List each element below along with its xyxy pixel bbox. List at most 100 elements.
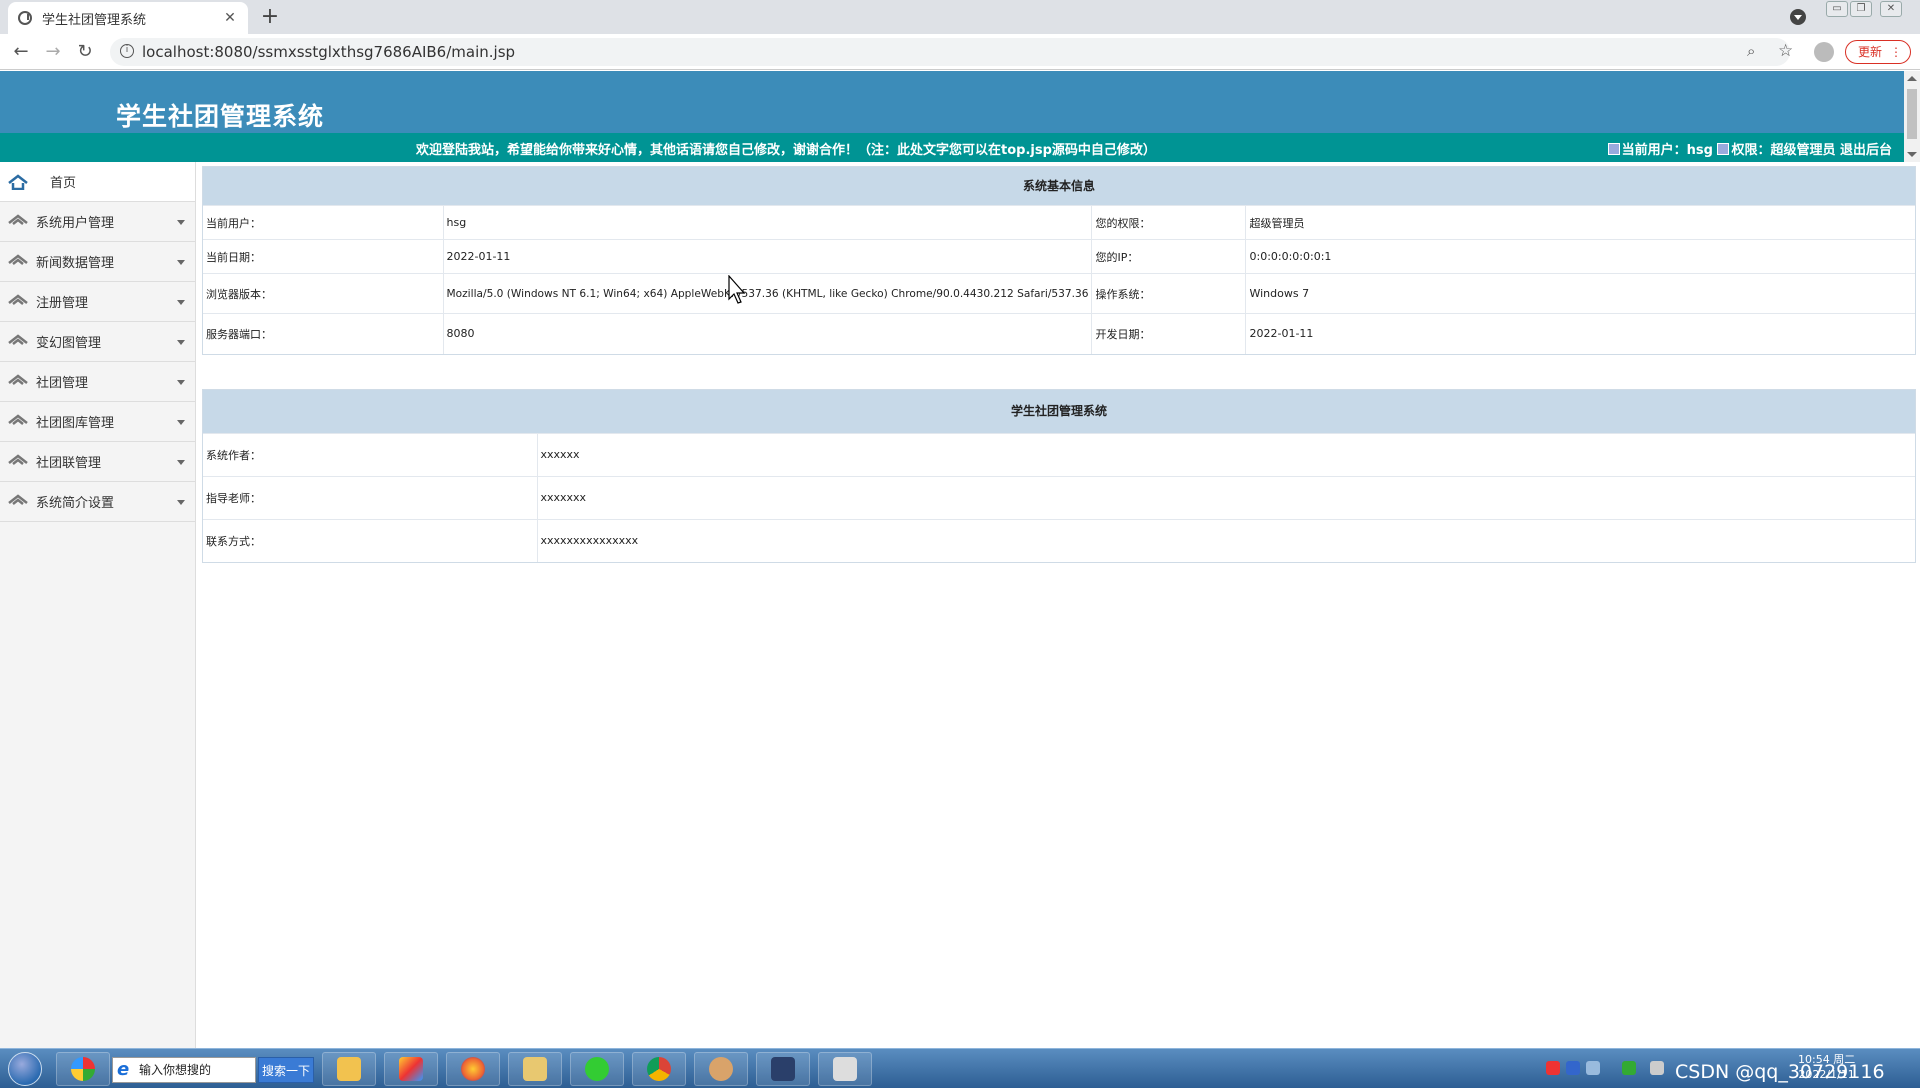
battery-icon[interactable] (1622, 1061, 1636, 1075)
minimize-button[interactable]: ▭ (1826, 1, 1848, 17)
system-info-table: 当前用户： hsg 您的权限： 超级管理员 当前日期： 2022-01-11 您… (203, 205, 1915, 354)
taskbar-app-folder-icon[interactable] (322, 1052, 376, 1086)
taskbar-app-chrome-icon[interactable] (632, 1052, 686, 1086)
start-button[interactable] (8, 1052, 42, 1086)
sidebar-item-federation[interactable]: 社团联管理 (0, 442, 195, 482)
sidebar-item-label: 注册管理 (36, 296, 89, 311)
taskbar-app-avatar-icon[interactable] (694, 1052, 748, 1086)
taskbar: e 输入你想搜的 搜索一下 CSDN @qq_30729116 10:54 周二… (0, 1048, 1920, 1088)
back-arrow-icon[interactable]: ← (9, 40, 33, 64)
bookmark-star-icon[interactable]: ☆ (1778, 41, 1793, 61)
clock[interactable]: 10:54 周二 2022/1/11 (1798, 1052, 1855, 1082)
about-value: xxxxxxx (536, 475, 1915, 519)
caret-down-icon (177, 380, 185, 385)
taskbar-app-wechat-icon[interactable] (570, 1052, 624, 1086)
info-value: 超级管理员 (1245, 205, 1915, 240)
search-placeholder: 输入你想搜的 (139, 1063, 212, 1077)
panel-title: 系统基本信息 (203, 167, 1915, 205)
sidebar-item-gallery[interactable]: 社团图库管理 (0, 402, 195, 442)
role-icon (1717, 143, 1730, 155)
info-value: 8080 (442, 313, 1092, 354)
app-header: 学生社团管理系统 (0, 71, 1904, 133)
home-icon (8, 453, 28, 470)
restore-button[interactable]: ❐ (1850, 1, 1872, 17)
help-icon[interactable] (1566, 1061, 1580, 1075)
info-value: 0:0:0:0:0:0:0:1 (1245, 239, 1915, 274)
zoom-icon[interactable]: ⌕ (1747, 42, 1755, 60)
caret-down-icon (177, 300, 185, 305)
tab-close-icon[interactable]: ✕ (222, 10, 238, 26)
table-row: 当前日期： 2022-01-11 您的IP： 0:0:0:0:0:0:0:1 (203, 239, 1915, 274)
about-value: xxxxxxxxxxxxxxx (536, 518, 1915, 562)
caret-down-icon (177, 420, 185, 425)
sidebar-item-carousel[interactable]: 变幻图管理 (0, 322, 195, 362)
mouse-cursor-icon (728, 274, 748, 308)
clock-date: 2022/1/11 (1798, 1068, 1855, 1081)
sogou-icon[interactable] (1546, 1061, 1560, 1075)
network-icon[interactable] (1586, 1061, 1600, 1075)
sidebar-item-news[interactable]: 新闻数据管理 (0, 242, 195, 282)
main-content: 系统基本信息 当前用户： hsg 您的权限： 超级管理员 当前日期： 2022-… (202, 166, 1916, 597)
current-user-label: 当前用户：hsg (1621, 143, 1713, 158)
table-row: 系统作者： xxxxxx (203, 432, 1915, 476)
tray-expand-icon[interactable] (1650, 1061, 1664, 1075)
profile-avatar-icon[interactable] (1814, 42, 1834, 62)
sidebar-item-label: 系统用户管理 (36, 216, 115, 231)
taskbar-app-intellij-icon[interactable] (384, 1052, 438, 1086)
update-label: 更新 (1858, 45, 1883, 59)
taskbar-app-explorer-icon[interactable] (508, 1052, 562, 1086)
sidebar-item-home[interactable]: 首页 (0, 162, 195, 202)
caret-down-icon (177, 500, 185, 505)
site-info-icon[interactable]: i (120, 44, 134, 58)
sidebar-item-system-users[interactable]: 系统用户管理 (0, 202, 195, 242)
scroll-up-icon[interactable] (1907, 76, 1917, 81)
reload-icon[interactable]: ↻ (73, 40, 97, 64)
sidebar: 首页 系统用户管理 新闻数据管理 注册管理 变幻图管理 社团管理 社团图库管理 … (0, 162, 196, 1048)
caret-down-icon (177, 260, 185, 265)
taskbar-app-firefox-icon[interactable] (446, 1052, 500, 1086)
home-icon (8, 173, 28, 190)
sidebar-item-label: 新闻数据管理 (36, 256, 115, 271)
new-tab-button[interactable]: + (258, 4, 282, 30)
taskbar-search-input[interactable]: e 输入你想搜的 (112, 1057, 256, 1083)
table-row: 联系方式： xxxxxxxxxxxxxxx (203, 518, 1915, 562)
about-table: 系统作者： xxxxxx 指导老师： xxxxxxx 联系方式： xxxxxxx… (203, 432, 1915, 562)
info-value: Mozilla/5.0 (Windows NT 6.1; Win64; x64)… (442, 273, 1092, 314)
scroll-thumb[interactable] (1907, 89, 1917, 139)
table-row: 浏览器版本： Mozilla/5.0 (Windows NT 6.1; Win6… (203, 273, 1915, 314)
info-value: 2022-01-11 (1245, 313, 1915, 354)
taskbar-app-sublime-icon[interactable] (756, 1052, 810, 1086)
header-scrollbar[interactable] (1904, 71, 1920, 162)
welcome-text: 欢迎登陆我站，希望能给你带来好心情，其他话语请您自己修改，谢谢合作！（注：此处文… (416, 143, 1156, 158)
sidebar-item-label: 社团联管理 (36, 456, 102, 471)
table-row: 服务器端口： 8080 开发日期： 2022-01-11 (203, 313, 1915, 354)
taskbar-app-360-icon[interactable] (56, 1052, 110, 1086)
taskbar-app-terminal-icon[interactable] (818, 1052, 872, 1086)
sidebar-item-about-settings[interactable]: 系统简介设置 (0, 482, 195, 522)
tab-search-icon[interactable] (1790, 9, 1806, 25)
sidebar-item-registration[interactable]: 注册管理 (0, 282, 195, 322)
close-window-button[interactable]: ✕ (1880, 1, 1902, 17)
system-info-panel: 系统基本信息 当前用户： hsg 您的权限： 超级管理员 当前日期： 2022-… (202, 166, 1916, 355)
home-icon (8, 333, 28, 350)
taskbar-search-button[interactable]: 搜索一下 (258, 1057, 314, 1083)
sidebar-item-label: 系统简介设置 (36, 496, 115, 511)
info-key: 您的IP： (1091, 239, 1246, 274)
more-menu-icon[interactable]: ⋮ (1890, 41, 1902, 63)
browser-tab[interactable]: 学生社团管理系统 ✕ (8, 2, 248, 34)
home-icon (8, 253, 28, 270)
home-icon (8, 493, 28, 510)
url-text[interactable]: localhost:8080/ssmxsstglxthsg7686AIB6/ma… (142, 43, 515, 61)
scroll-down-icon[interactable] (1907, 152, 1917, 157)
logout-link[interactable]: 退出后台 (1840, 143, 1892, 158)
about-key: 系统作者： (203, 432, 537, 476)
sidebar-item-label: 变幻图管理 (36, 336, 102, 351)
address-bar[interactable]: i localhost:8080/ssmxsstglxthsg7686AIB6/… (110, 38, 1793, 66)
info-key: 开发日期： (1091, 313, 1246, 354)
tab-title: 学生社团管理系统 (42, 12, 147, 28)
browser-tab-strip: 学生社团管理系统 ✕ + ▭ ❐ ✕ (0, 0, 1920, 34)
update-button[interactable]: 更新 ⋮ (1845, 40, 1911, 64)
forward-arrow-icon[interactable]: → (41, 40, 65, 64)
sidebar-item-label: 社团管理 (36, 376, 89, 391)
sidebar-item-clubs[interactable]: 社团管理 (0, 362, 195, 402)
